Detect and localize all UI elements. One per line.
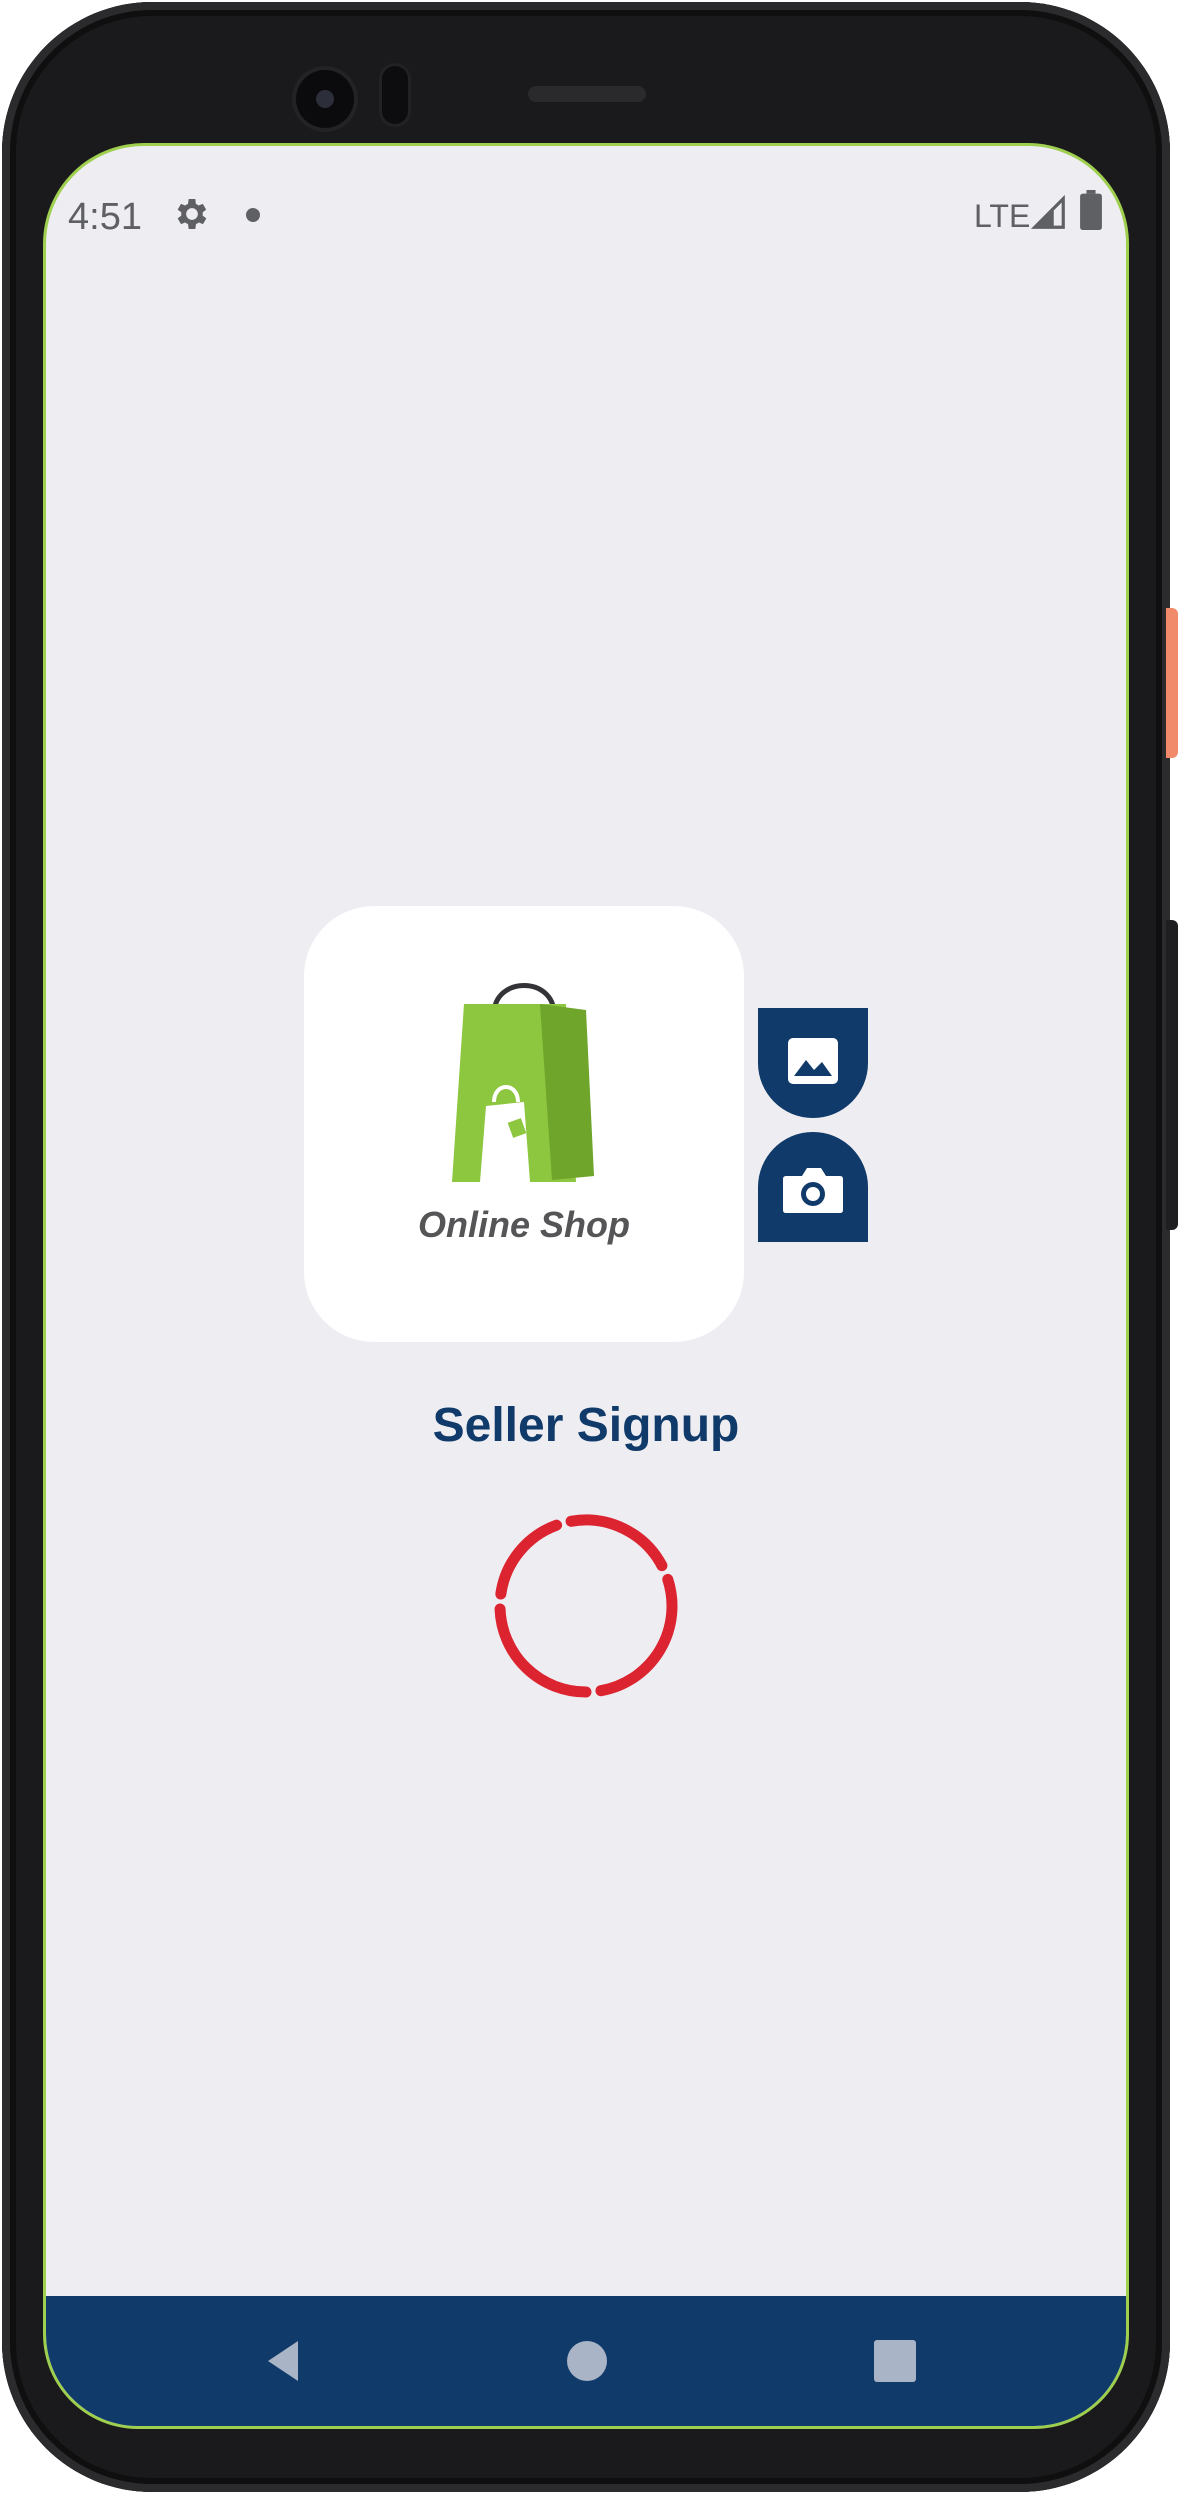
power-button[interactable]: [1166, 608, 1178, 758]
signal-icon: [1030, 194, 1065, 229]
spinner-segment: [565, 1514, 668, 1572]
network-type: LTE: [974, 198, 1031, 234]
spinner-segment: [495, 1519, 563, 1600]
status-bar: 4:51 LTE: [46, 146, 1126, 276]
page-title: Seller Signup: [432, 1399, 740, 1452]
brand-name: Online Shop: [418, 1204, 630, 1245]
loading-spinner-icon: [494, 1514, 678, 1698]
device-frame: 4:51 LTE Online Shop Seller Signup: [0, 0, 1178, 2498]
spinner-segment: [494, 1603, 592, 1698]
home-icon[interactable]: [552, 2326, 622, 2396]
front-camera: [296, 70, 354, 128]
earpiece-speaker: [528, 86, 646, 102]
shopping-bag-icon: [452, 983, 594, 1182]
camera-icon: [783, 1168, 843, 1213]
image-icon: [788, 1038, 838, 1084]
recents-icon[interactable]: [860, 2326, 930, 2396]
main-content: Online Shop Seller Signup: [46, 276, 1126, 2276]
spinner-segment: [595, 1573, 678, 1697]
gear-icon: [177, 199, 207, 229]
take-photo-button[interactable]: [758, 1132, 868, 1242]
back-icon[interactable]: [246, 2326, 316, 2396]
battery-icon: [1080, 190, 1102, 230]
screen: 4:51 LTE Online Shop Seller Signup: [46, 146, 1126, 2426]
shop-logo-card[interactable]: Online Shop: [304, 906, 744, 1342]
proximity-sensor: [382, 66, 408, 124]
status-time: 4:51: [68, 196, 142, 238]
navigation-bar: [46, 2296, 1126, 2426]
notification-dot-icon: [246, 208, 260, 222]
volume-button[interactable]: [1166, 920, 1178, 1230]
choose-from-gallery-button[interactable]: [758, 1008, 868, 1118]
